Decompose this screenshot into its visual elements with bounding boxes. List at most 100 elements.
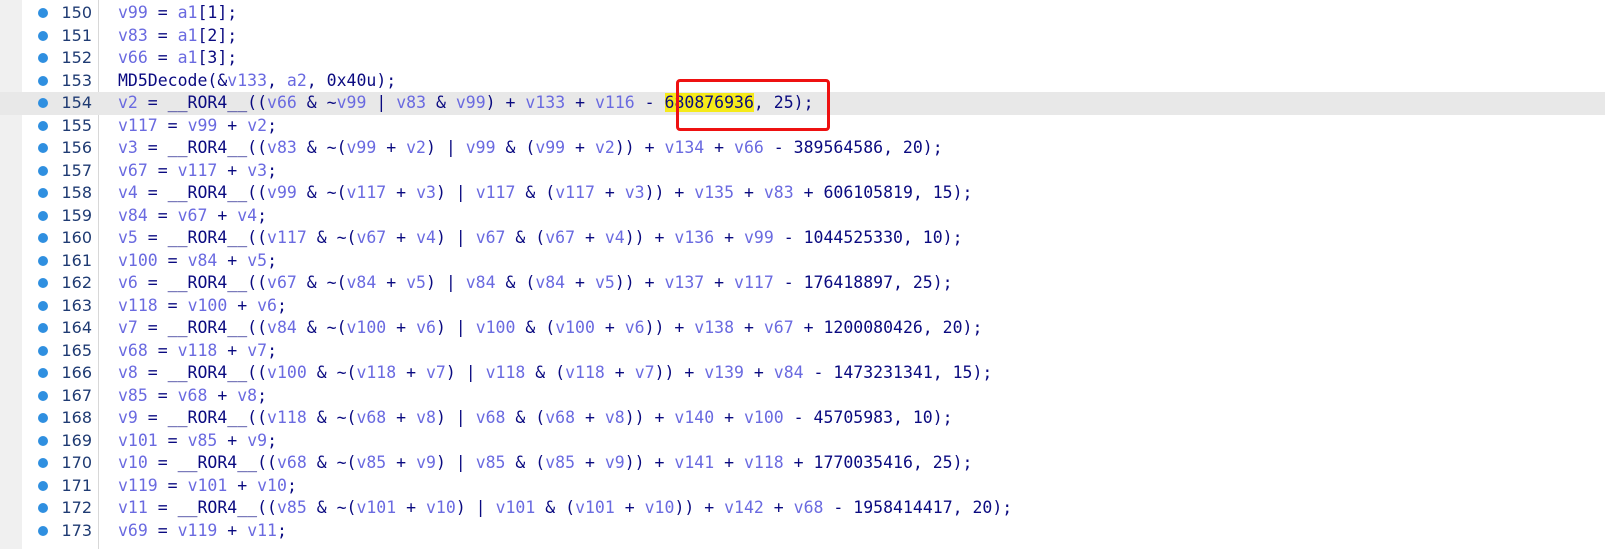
code-identifier: v66 (118, 48, 148, 67)
code-token: ; (267, 340, 277, 360)
code-identifier: v139 (704, 363, 744, 382)
line-number: 168 (61, 408, 92, 427)
code-text[interactable]: v67 = v117 + v3; (118, 160, 277, 183)
code-token: ) | (426, 273, 466, 292)
breakpoint-marker-icon[interactable] (38, 278, 48, 288)
code-identifier: v117 (118, 115, 158, 135)
code-identifier: v84 (267, 318, 297, 337)
breakpoint-marker-icon[interactable] (38, 345, 48, 356)
breakpoint-marker-icon[interactable] (38, 435, 48, 446)
breakpoint-marker-icon[interactable] (38, 143, 48, 153)
code-identifier: v85 (545, 453, 576, 472)
breakpoint-marker-icon[interactable] (38, 53, 48, 63)
code-text[interactable]: v3 = __ROR4__((v83 & ~(v99 + v2) | v99 &… (118, 137, 943, 160)
code-token: + (704, 138, 735, 157)
code-line[interactable]: 165 v68 = v118 + v7; (0, 340, 1605, 363)
code-line[interactable]: 150 v99 = a1[1]; (0, 2, 1605, 25)
breakpoint-marker-icon[interactable] (38, 75, 48, 86)
code-line[interactable]: 173 v69 = v119 + v11; (0, 520, 1605, 543)
code-identifier: v8 (118, 363, 138, 382)
breakpoint-marker-icon[interactable] (38, 98, 48, 108)
code-identifier: v2 (406, 138, 426, 157)
breakpoint-marker-icon[interactable] (38, 8, 48, 18)
code-token: - 1958414417, 20); (823, 498, 1013, 517)
code-text[interactable]: v11 = __ROR4__((v85 & ~(v101 + v10) | v1… (118, 497, 1012, 520)
code-line[interactable]: 158 v4 = __ROR4__((v99 & ~(v117 + v3) | v… (0, 182, 1605, 205)
code-text[interactable]: v99 = a1[1]; (118, 2, 237, 25)
code-token: & ( (505, 453, 546, 472)
breakpoint-marker-icon[interactable] (38, 300, 48, 311)
code-text[interactable]: v69 = v119 + v11; (118, 520, 287, 543)
breakpoint-marker-icon[interactable] (38, 165, 48, 176)
code-token: ) | (455, 498, 496, 517)
breakpoint-marker-icon[interactable] (38, 210, 48, 221)
breakpoint-marker-icon[interactable] (38, 120, 48, 131)
code-line[interactable]: 170 v10 = __ROR4__((v68 & ~(v85 + v9) | v… (0, 452, 1605, 475)
code-text[interactable]: v4 = __ROR4__((v99 & ~(v117 + v3) | v117… (118, 182, 972, 205)
code-text[interactable]: v117 = v99 + v2; (118, 115, 277, 138)
breakpoint-marker-icon[interactable] (38, 413, 48, 423)
code-identifier: v84 (465, 273, 496, 292)
breakpoint-marker-icon[interactable] (38, 233, 48, 243)
code-text[interactable]: v5 = __ROR4__((v117 & ~(v67 + v4) | v67 … (118, 227, 963, 250)
code-line[interactable]: 161 v100 = v84 + v5; (0, 250, 1605, 273)
code-line[interactable]: 164 v7 = __ROR4__((v84 & ~(v100 + v6) | v… (0, 317, 1605, 340)
code-line[interactable]: 167 v85 = v68 + v8; (0, 385, 1605, 408)
line-number: 163 (61, 295, 92, 315)
breakpoint-marker-icon[interactable] (38, 480, 48, 491)
code-line[interactable]: 172 v11 = __ROR4__((v85 & ~(v101 + v10) |… (0, 497, 1605, 520)
breakpoint-marker-icon[interactable] (38, 458, 48, 468)
code-identifier: v142 (724, 498, 764, 517)
code-text[interactable]: MD5Decode(&v133, a2, 0x40u); (118, 70, 396, 93)
code-text[interactable]: v9 = __ROR4__((v118 & ~(v68 + v8) | v68 … (118, 407, 953, 430)
breakpoint-marker-icon[interactable] (38, 368, 48, 378)
code-token: + (386, 183, 417, 202)
code-token: = (157, 295, 188, 315)
breakpoint-marker-icon[interactable] (38, 30, 48, 41)
code-token: + 1770035416, 25); (783, 453, 973, 472)
code-identifier: v67 (763, 318, 794, 337)
code-text[interactable]: v100 = v84 + v5; (118, 250, 277, 273)
code-identifier: v99 (743, 228, 774, 247)
code-text[interactable]: v84 = v67 + v4; (118, 205, 267, 228)
line-number: 172 (61, 498, 92, 517)
code-identifier: v6 (257, 295, 277, 315)
code-text[interactable]: v119 = v101 + v10; (118, 475, 297, 498)
breakpoint-marker-icon[interactable] (38, 503, 48, 513)
code-identifier: v133 (227, 70, 268, 90)
code-token: + (396, 363, 426, 382)
code-text[interactable]: v8 = __ROR4__((v100 & ~(v118 + v7) | v11… (118, 362, 992, 385)
breakpoint-marker-icon[interactable] (38, 188, 48, 198)
code-text[interactable]: v85 = v68 + v8; (118, 385, 267, 408)
code-text[interactable]: v66 = a1[3]; (118, 47, 237, 70)
breakpoint-marker-icon[interactable] (38, 525, 48, 536)
code-text[interactable]: v101 = v85 + v9; (118, 430, 277, 453)
code-line[interactable]: 168 v9 = __ROR4__((v118 & ~(v68 + v8) | v… (0, 407, 1605, 430)
code-token: & ( (515, 318, 556, 337)
code-line[interactable]: 162 v6 = __ROR4__((v67 & ~(v84 + v5) | v8… (0, 272, 1605, 295)
code-token: + (396, 498, 426, 517)
code-line[interactable]: 166 v8 = __ROR4__((v100 & ~(v118 + v7) | … (0, 362, 1605, 385)
breakpoint-marker-icon[interactable] (38, 323, 48, 333)
code-text[interactable]: v10 = __ROR4__((v68 & ~(v85 + v9) | v85 … (118, 452, 972, 475)
code-token: + (565, 138, 595, 157)
code-line[interactable]: 151 v83 = a1[2]; (0, 25, 1605, 48)
code-line[interactable]: 157 v67 = v117 + v3; (0, 160, 1605, 183)
code-text[interactable]: v83 = a1[2]; (118, 25, 237, 48)
code-token: ) + (485, 93, 526, 112)
code-line[interactable]: 152 v66 = a1[3]; (0, 47, 1605, 70)
code-token: = __ROR4__(( (147, 453, 277, 472)
code-line[interactable]: 163 v118 = v100 + v6; (0, 295, 1605, 318)
code-text[interactable]: v118 = v100 + v6; (118, 295, 287, 318)
code-text[interactable]: v7 = __ROR4__((v84 & ~(v100 + v6) | v100… (118, 317, 982, 340)
code-line[interactable]: 156 v3 = __ROR4__((v83 & ~(v99 + v2) | v9… (0, 137, 1605, 160)
code-token: & ~( (306, 363, 357, 382)
code-text[interactable]: v68 = v118 + v7; (118, 340, 277, 363)
breakpoint-marker-icon[interactable] (38, 255, 48, 266)
breakpoint-marker-icon[interactable] (38, 390, 48, 401)
code-line[interactable]: 171 v119 = v101 + v10; (0, 475, 1605, 498)
code-line[interactable]: 159 v84 = v67 + v4; (0, 205, 1605, 228)
code-line[interactable]: 160 v5 = __ROR4__((v117 & ~(v67 + v4) | v… (0, 227, 1605, 250)
code-text[interactable]: v6 = __ROR4__((v67 & ~(v84 + v5) | v84 &… (118, 272, 953, 295)
code-line[interactable]: 169 v101 = v85 + v9; (0, 430, 1605, 453)
